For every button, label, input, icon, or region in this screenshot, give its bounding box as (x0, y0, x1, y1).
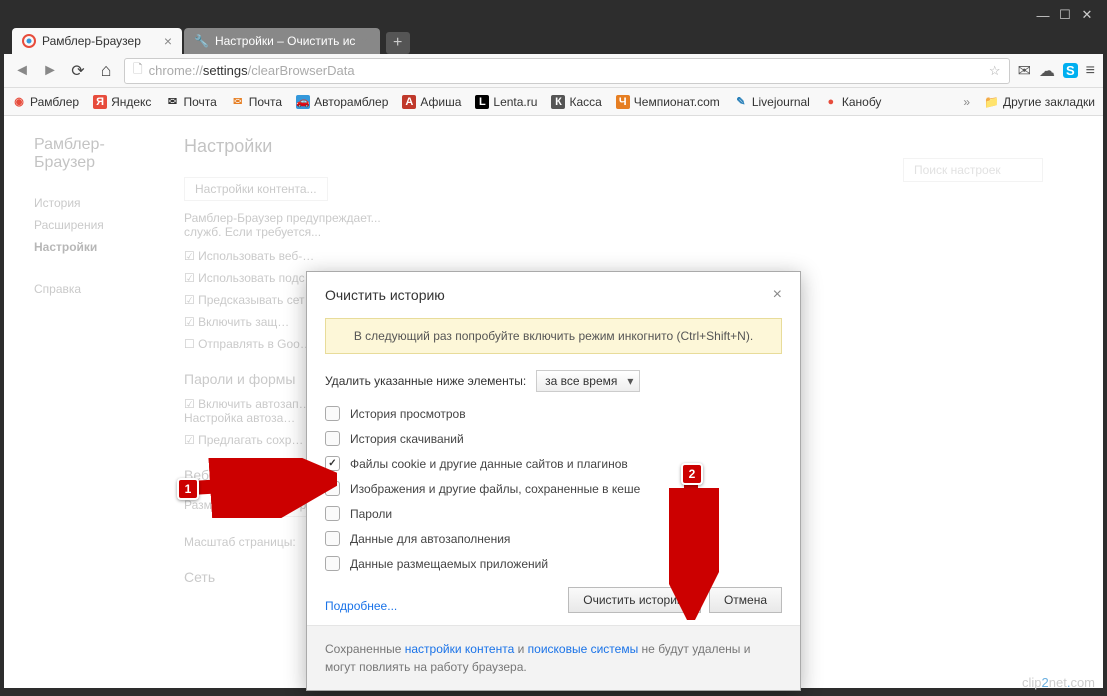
kanobu-bm-icon: ● (824, 95, 838, 109)
star-icon[interactable]: ☆ (989, 63, 1001, 79)
url-prefix: chrome:// (149, 63, 203, 78)
other-bookmarks[interactable]: 📁Другие закладки (984, 95, 1095, 109)
bookmark-afisha[interactable]: ААфиша (402, 95, 461, 109)
learn-more-link[interactable]: Подробнее... (325, 599, 397, 613)
rambler-icon (22, 34, 36, 48)
checkbox-browsing-history[interactable]: История просмотров (325, 406, 782, 421)
yandex-bm-icon: Я (93, 95, 107, 109)
bookmark-mail2[interactable]: ✉Почта (231, 95, 282, 109)
checkbox-icon (325, 531, 340, 546)
bookmark-autorambler[interactable]: 🚗Авторамблер (296, 95, 388, 109)
mail-bm-icon: ✉ (165, 95, 179, 109)
reload-button[interactable]: ⟳ (68, 61, 88, 81)
search-engines-link[interactable]: поисковые системы (528, 642, 639, 656)
champ-bm-icon: Ч (616, 95, 630, 109)
kassa-bm-icon: К (551, 95, 565, 109)
rambler-bm-icon: ◉ (12, 95, 26, 109)
tab-close-icon[interactable]: × (164, 33, 172, 49)
bookmark-lenta[interactable]: LLenta.ru (475, 95, 537, 109)
mail2-bm-icon: ✉ (231, 95, 245, 109)
dialog-overlay: Очистить историю × В следующий раз попро… (4, 116, 1103, 688)
url-mid: settings (203, 63, 248, 78)
checkbox-download-history[interactable]: История скачиваний (325, 431, 782, 446)
content-settings-link[interactable]: настройки контента (405, 642, 515, 656)
checkbox-icon (325, 556, 340, 571)
nav-toolbar: ◄ ► ⟳ ⌂ 🗋 chrome://settings/clearBrowser… (4, 54, 1103, 88)
page-content: Рамблер-Браузер История Расширения Настр… (4, 116, 1103, 688)
wrench-icon: 🔧 (194, 34, 209, 48)
bookmark-yandex[interactable]: ЯЯндекс (93, 95, 151, 109)
bookmarks-bar: ◉Рамблер ЯЯндекс ✉Почта ✉Почта 🚗Авторамб… (4, 88, 1103, 116)
mail-icon[interactable]: ✉ (1018, 61, 1031, 81)
watermark: clip2net.com (1022, 675, 1095, 690)
tab-settings[interactable]: 🔧 Настройки – Очистить ис × (184, 28, 380, 54)
cancel-button[interactable]: Отмена (709, 587, 782, 613)
annotation-badge-2: 2 (681, 463, 703, 485)
tab-strip: Рамблер-Браузер × 🔧 Настройки – Очистить… (4, 26, 1103, 54)
incognito-tip: В следующий раз попробуйте включить режи… (325, 318, 782, 354)
skype-icon[interactable]: S (1063, 63, 1078, 78)
tab-label: Рамблер-Браузер (42, 34, 141, 48)
tab-label: Настройки – Очистить ис (215, 34, 355, 48)
checkbox-icon (325, 406, 340, 421)
bookmark-kanobu[interactable]: ●Канобу (824, 95, 882, 109)
cloud-icon[interactable]: ☁ (1039, 61, 1055, 81)
bookmark-mail1[interactable]: ✉Почта (165, 95, 216, 109)
clear-history-dialog: Очистить историю × В следующий раз попро… (306, 271, 801, 691)
bookmark-rambler[interactable]: ◉Рамблер (12, 95, 79, 109)
new-tab-button[interactable]: + (386, 32, 410, 54)
checkbox-icon (325, 431, 340, 446)
dialog-note: Сохраненные настройки контента и поисков… (307, 625, 800, 690)
url-suffix: /clearBrowserData (248, 63, 355, 78)
bookmarks-overflow[interactable]: » (963, 95, 970, 109)
window-titlebar: — ☐ ✕ (4, 4, 1103, 26)
annotation-arrow-2: 2 (669, 460, 719, 625)
time-range-dropdown[interactable]: за все время (536, 370, 640, 392)
bookmark-kassa[interactable]: ККасса (551, 95, 601, 109)
lj-bm-icon: ✎ (734, 95, 748, 109)
forward-button[interactable]: ► (40, 62, 60, 80)
bookmark-champ[interactable]: ЧЧемпионат.com (616, 95, 720, 109)
bookmark-lj[interactable]: ✎Livejournal (734, 95, 810, 109)
tab-close-icon[interactable]: × (361, 33, 369, 49)
menu-icon[interactable]: ≡ (1086, 62, 1095, 80)
maximize-icon[interactable]: ☐ (1057, 7, 1073, 23)
lenta-bm-icon: L (475, 95, 489, 109)
back-button[interactable]: ◄ (12, 62, 32, 80)
minimize-icon[interactable]: — (1035, 8, 1051, 23)
close-window-icon[interactable]: ✕ (1079, 7, 1095, 23)
home-button[interactable]: ⌂ (96, 60, 116, 81)
url-bar[interactable]: 🗋 chrome://settings/clearBrowserData ☆ (124, 58, 1010, 84)
toolbar-right: ✉ ☁ S ≡ (1018, 61, 1095, 81)
tab-rambler[interactable]: Рамблер-Браузер × (12, 28, 182, 54)
auto-bm-icon: 🚗 (296, 95, 310, 109)
dialog-title: Очистить историю (325, 287, 445, 303)
afisha-bm-icon: А (402, 95, 416, 109)
page-icon: 🗋 (133, 60, 143, 81)
delete-label: Удалить указанные ниже элементы: (325, 374, 526, 388)
annotation-arrow-1: 1 (177, 458, 337, 523)
dialog-close-icon[interactable]: × (773, 286, 782, 304)
folder-icon: 📁 (984, 95, 999, 109)
annotation-badge-1: 1 (177, 478, 199, 500)
